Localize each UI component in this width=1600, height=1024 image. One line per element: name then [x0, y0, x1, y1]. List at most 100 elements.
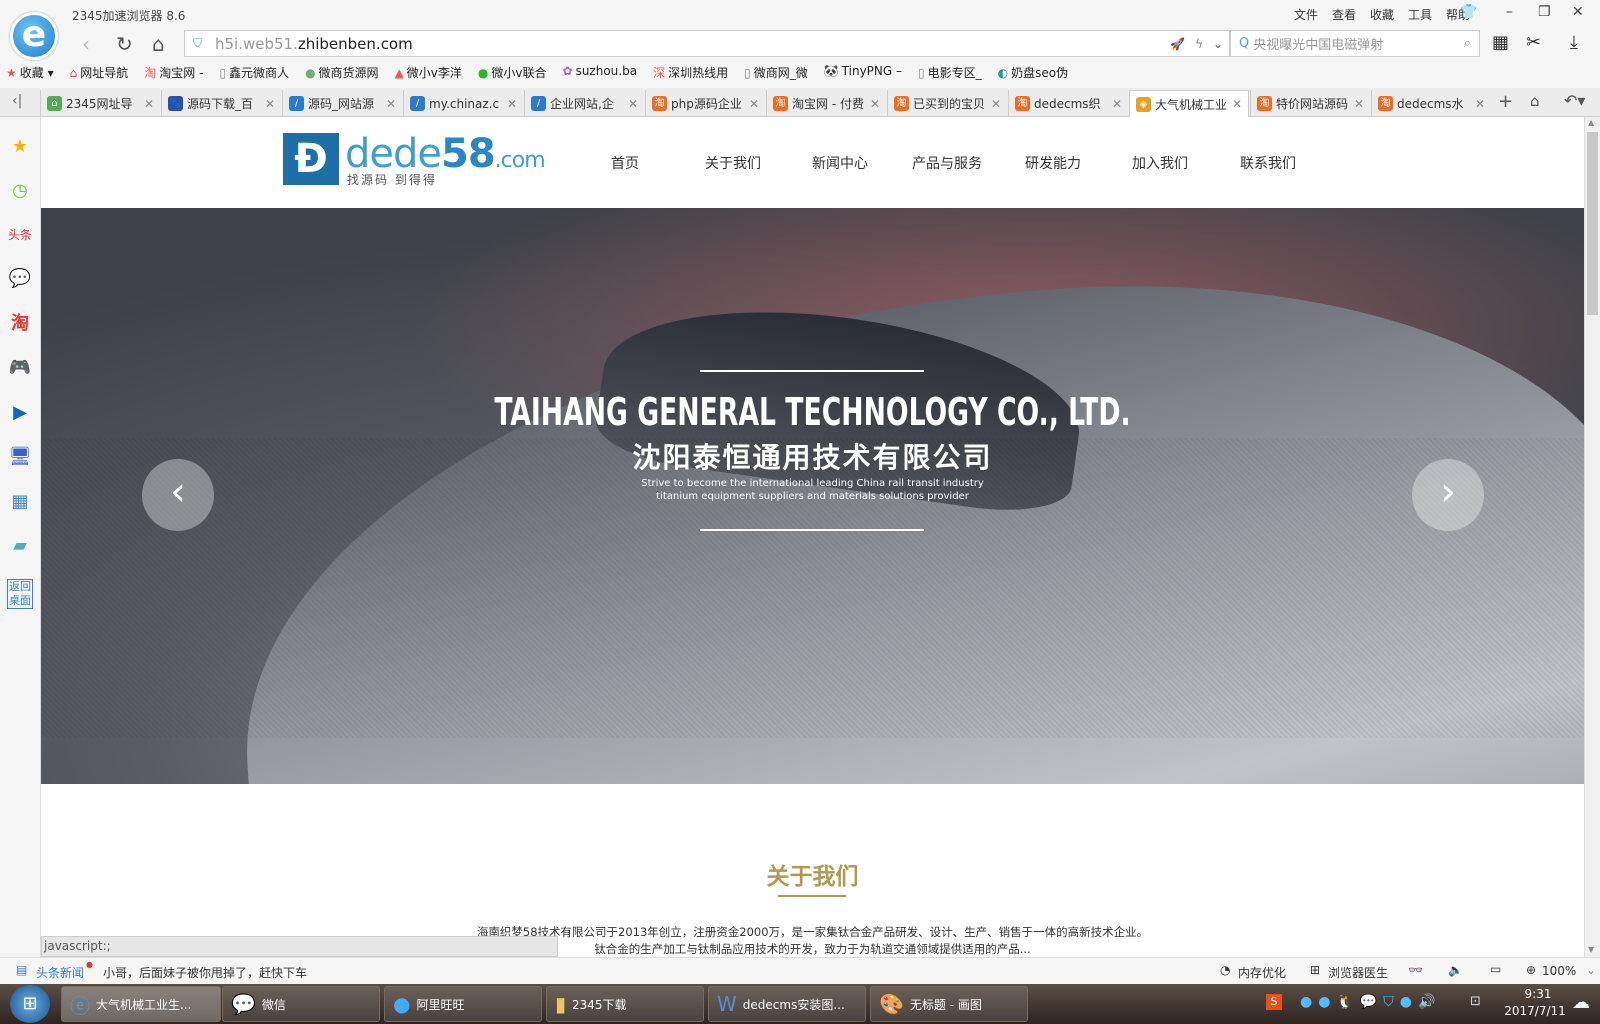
bookmark-item[interactable]: ★ 收藏 ▾: [6, 64, 54, 81]
tab[interactable]: 淘 dedecms织 ✕: [1008, 90, 1128, 117]
tab-close-icon[interactable]: ✕: [749, 97, 759, 111]
calculator-icon[interactable]: ▦: [8, 490, 32, 514]
menu-tools[interactable]: 工具: [1408, 6, 1432, 23]
menu-view[interactable]: 查看: [1332, 6, 1356, 23]
tab-close-icon[interactable]: ✕: [1354, 97, 1364, 111]
clock-date[interactable]: 2017/7/11: [1500, 1004, 1570, 1018]
bookmark-item[interactable]: ▯ 鑫元微商人: [219, 64, 289, 81]
download-icon[interactable]: ⤓: [1570, 32, 1578, 53]
bookmark-item[interactable]: ▯ 电影专区_: [918, 64, 982, 81]
zoom-dropdown-icon[interactable]: ⌄: [1586, 963, 1596, 977]
toutiao-icon[interactable]: 头条: [8, 223, 32, 247]
url-text[interactable]: h5i.web51.zhibenben.com: [215, 35, 413, 53]
video-icon[interactable]: ▶: [8, 401, 32, 425]
nav-home[interactable]: 首页: [611, 153, 639, 173]
undo-close-tab-icon[interactable]: ↶▾: [1564, 91, 1585, 110]
maximize-button[interactable]: ❐: [1538, 4, 1551, 20]
tab-close-icon[interactable]: ✕: [1232, 97, 1242, 111]
bookmark-item[interactable]: ● 微小v联合: [478, 64, 547, 81]
tab-close-icon[interactable]: ✕: [991, 97, 1001, 111]
search-input[interactable]: Q 央视曝光中国电磁弹射 ⌕: [1230, 30, 1480, 57]
nav-news[interactable]: 新闻中心: [812, 153, 868, 173]
nav-about[interactable]: 关于我们: [705, 153, 761, 173]
news-headline[interactable]: 小哥，后面妹子被你甩掉了，赶快下车: [103, 964, 307, 981]
tab-scroll-left-button[interactable]: ‹|: [12, 93, 22, 109]
nav-contact[interactable]: 联系我们: [1240, 153, 1296, 173]
tab[interactable]: 淘已买到的宝贝 ✕: [887, 90, 1007, 117]
tab[interactable]: / 源码_网站源 ✕: [282, 90, 402, 117]
minimize-button[interactable]: –: [1506, 4, 1513, 20]
taskbar-item-word[interactable]: Wdedecms安装图...: [708, 986, 866, 1022]
tab[interactable]: 淘 php源码企业 ✕: [645, 90, 765, 117]
scissors-icon[interactable]: ✂: [1526, 32, 1541, 53]
bookmark-item[interactable]: ▯ 微商网_微: [744, 64, 808, 81]
zoom-level[interactable]: 100%: [1542, 964, 1576, 978]
taskbar-item-folder[interactable]: ▮ 2345下载: [546, 986, 704, 1022]
bookmark-item[interactable]: ◐ 奶盘seo伪: [998, 64, 1068, 81]
browser-doctor-button[interactable]: 浏览器医生: [1328, 964, 1388, 981]
carousel-prev-button[interactable]: ‹: [142, 459, 214, 531]
wechat-icon[interactable]: 💬: [8, 267, 32, 291]
notepad-icon[interactable]: ▰: [8, 534, 32, 558]
refresh-button[interactable]: ↻: [116, 32, 133, 56]
scroll-down-icon[interactable]: ▼: [1588, 945, 1594, 954]
network-icon[interactable]: ⊡: [1470, 994, 1481, 1009]
taskbar-item-aliwangwang[interactable]: ● 阿里旺旺: [384, 986, 542, 1022]
tray-icons[interactable]: ●●🐧💬⛉●🔊: [1300, 994, 1441, 1010]
taskbar-item-wechat[interactable]: 💬 微信: [222, 986, 380, 1022]
lightning-icon[interactable]: ϟ: [1195, 37, 1203, 51]
memory-optimize-button[interactable]: 内存优化: [1238, 964, 1286, 981]
tab-close-icon[interactable]: ✕: [1112, 97, 1122, 111]
tab[interactable]: 淘淘宝网 - 付费 ✕: [766, 90, 886, 117]
menu-file[interactable]: 文件: [1294, 6, 1318, 23]
taskbar-item-paint[interactable]: 🎨 无标题 - 画图: [870, 986, 1028, 1022]
news-label[interactable]: 头条新闻: [36, 964, 84, 981]
search-engine-icon[interactable]: Q: [1239, 36, 1249, 51]
cloud-icon[interactable]: ☁: [1572, 992, 1590, 1013]
clean-icon[interactable]: ⌂: [1530, 92, 1540, 110]
tab[interactable]: 淘特价网站源码 ✕: [1250, 90, 1370, 117]
taobao-icon[interactable]: 淘: [8, 312, 32, 336]
nav-products[interactable]: 产品与服务: [912, 153, 982, 173]
tab-active[interactable]: ◈ 大气机械工业 ✕: [1129, 90, 1249, 117]
bookmark-item[interactable]: ✿ suzhou.ba: [563, 64, 638, 81]
tab-close-icon[interactable]: ✕: [628, 97, 638, 111]
tab-close-icon[interactable]: ✕: [1475, 97, 1485, 111]
clock-time[interactable]: 9:31: [1508, 987, 1568, 1001]
new-tab-button[interactable]: +: [1498, 91, 1513, 112]
bookmark-item[interactable]: 深深圳热线用: [653, 64, 728, 81]
volume-icon[interactable]: 🔈: [1448, 963, 1463, 977]
close-button[interactable]: ✕: [1572, 4, 1584, 20]
tab[interactable]: / my.chinaz.c ✕: [403, 90, 523, 117]
tab-close-icon[interactable]: ✕: [265, 97, 275, 111]
computer-icon[interactable]: 🖥: [8, 445, 32, 469]
skin-icon[interactable]: 👕: [1460, 4, 1477, 20]
search-icon[interactable]: ⌕: [1464, 36, 1471, 51]
tab-close-icon[interactable]: ✕: [870, 97, 880, 111]
back-button[interactable]: ‹: [82, 32, 90, 56]
home-button[interactable]: ⌂: [152, 32, 165, 56]
nav-research[interactable]: 研发能力: [1025, 153, 1081, 173]
bookmark-item[interactable]: 🐼 TinyPNG –: [824, 64, 902, 81]
apps-icon[interactable]: ▦: [1492, 32, 1509, 53]
scrollbar-thumb[interactable]: [1587, 132, 1598, 315]
tab-close-icon[interactable]: ✕: [144, 97, 154, 111]
favorites-icon[interactable]: ★: [8, 135, 32, 159]
site-logo-icon[interactable]: Ð: [283, 133, 339, 185]
chevron-down-icon[interactable]: ⌄: [1213, 37, 1223, 51]
back-to-desktop-button[interactable]: 返回桌面: [7, 579, 33, 609]
tab-close-icon[interactable]: ✕: [386, 97, 396, 111]
nav-join[interactable]: 加入我们: [1132, 153, 1188, 173]
scroll-up-icon[interactable]: ▲: [1588, 118, 1594, 127]
tab[interactable]: 淘 dedecms水 ✕: [1371, 90, 1491, 117]
bookmark-item[interactable]: ▲ 微小v李洋: [395, 64, 462, 81]
start-button[interactable]: ⊞: [10, 985, 50, 1023]
menu-favorites[interactable]: 收藏: [1370, 6, 1394, 23]
tab[interactable]: ⌂ 2345网址导 ✕: [40, 90, 160, 117]
rocket-icon[interactable]: 🚀: [1170, 37, 1185, 51]
window-icon[interactable]: ▭: [1490, 962, 1501, 976]
carousel-next-button[interactable]: ›: [1412, 459, 1484, 531]
bookmark-item[interactable]: ⌂ 网址导航: [70, 64, 129, 81]
tab[interactable]: 🐾 源码下载_百 ✕: [161, 90, 281, 117]
sogou-ime-icon[interactable]: S: [1266, 994, 1282, 1010]
